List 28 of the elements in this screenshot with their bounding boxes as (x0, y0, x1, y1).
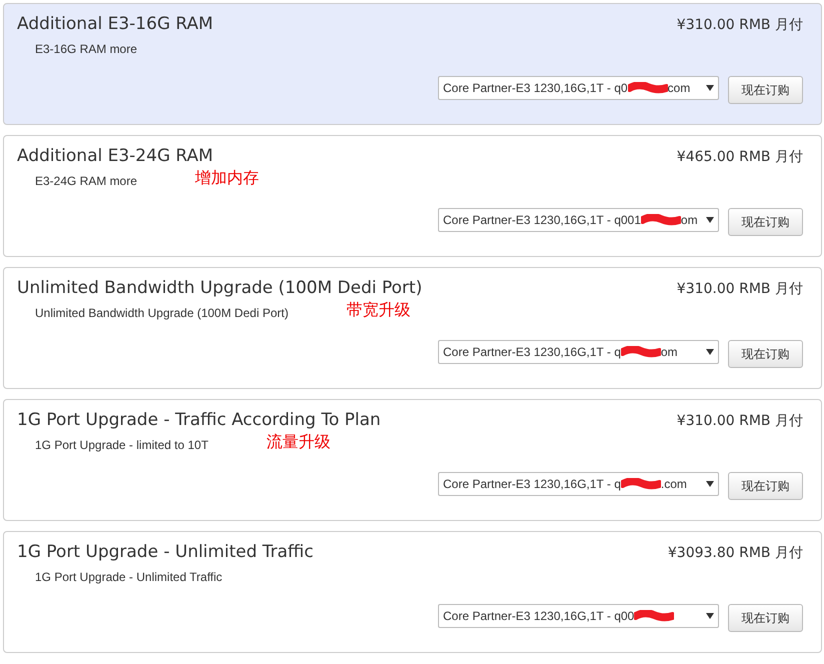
addon-description: E3-16G RAM more (35, 42, 138, 56)
order-button[interactable]: 现在订购 (728, 472, 803, 500)
server-dropdown[interactable]: Core Partner-E3 1230,16G,1T - q om (438, 340, 719, 364)
addon-title: Additional E3-24G RAM (17, 146, 214, 166)
addon-price: ¥3093.80 RMB 月付 (668, 544, 803, 562)
order-button[interactable]: 现在订购 (728, 340, 803, 368)
server-dropdown[interactable]: Core Partner-E3 1230,16G,1T - q001 om (438, 208, 719, 232)
order-button[interactable]: 现在订购 (728, 604, 803, 632)
order-button[interactable]: 现在订购 (728, 76, 803, 104)
addon-title: 1G Port Upgrade - Traffic According To Plan (17, 410, 381, 430)
addon-title: 1G Port Upgrade - Unlimited Traffic (17, 542, 314, 562)
annotation-text: 流量升级 (266, 432, 330, 453)
server-dropdown[interactable]: Core Partner-E3 1230,16G,1T - q .com (438, 472, 719, 496)
addon-price: ¥310.00 RMB 月付 (676, 280, 803, 298)
annotation-text: 增加内存 (195, 168, 260, 189)
server-dropdown[interactable]: Core Partner-E3 1230,16G,1T - q00 (438, 604, 719, 628)
addon-price: ¥465.00 RMB 月付 (676, 148, 803, 166)
server-dropdown[interactable]: Core Partner-E3 1230,16G,1T - q0 com (438, 76, 719, 100)
addon-price: ¥310.00 RMB 月付 (676, 412, 803, 430)
addon-price: ¥310.00 RMB 月付 (676, 16, 803, 34)
addon-description: 1G Port Upgrade - Unlimited Traffic (35, 570, 222, 584)
annotation-text: 带宽升级 (346, 300, 410, 321)
addon-title: Unlimited Bandwidth Upgrade (100M Dedi Port) (17, 278, 422, 298)
addon-description: 1G Port Upgrade - limited to 10T (35, 438, 208, 452)
addon-description: E3-24G RAM more (35, 174, 138, 188)
addon-title: Additional E3-16G RAM (17, 14, 214, 34)
addon-description: Unlimited Bandwidth Upgrade (100M Dedi Port) (35, 306, 288, 320)
order-button[interactable]: 现在订购 (728, 208, 803, 236)
